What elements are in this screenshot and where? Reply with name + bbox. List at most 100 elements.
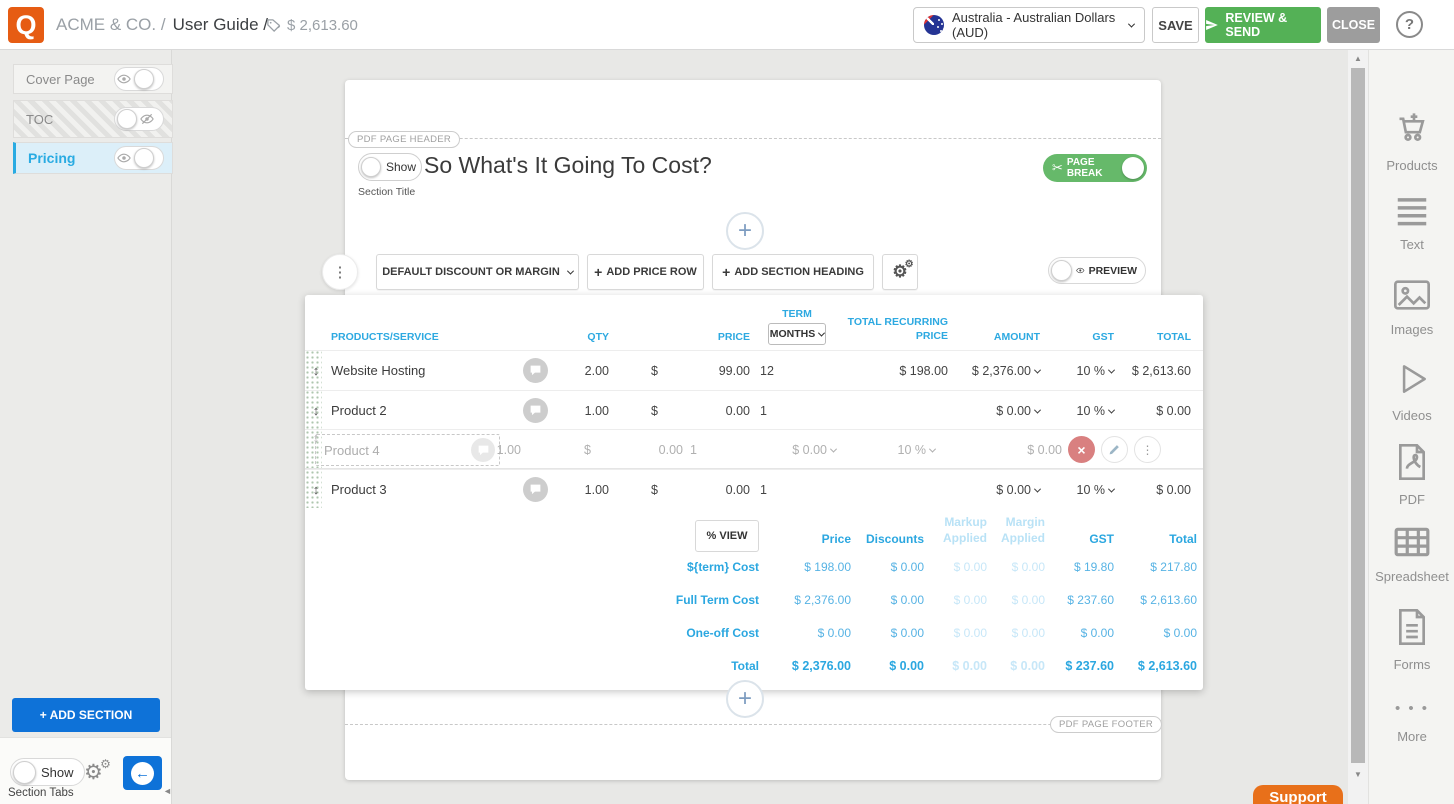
drag-handle-icon[interactable]: ↕ bbox=[309, 363, 323, 378]
section-tabs-toggle[interactable]: Show bbox=[10, 758, 85, 786]
preview-toggle[interactable]: PREVIEW bbox=[1048, 257, 1146, 284]
product-name-cell[interactable]: Product 3 bbox=[323, 482, 523, 497]
drag-handle-icon[interactable]: ↕ bbox=[309, 403, 323, 418]
amount-dropdown[interactable]: $ 2,376.00 bbox=[972, 364, 1040, 378]
visibility-toggle[interactable] bbox=[114, 107, 164, 131]
top-bar: Q ACME & CO. / User Guide / $ 2,613.60 A… bbox=[0, 0, 1454, 50]
price-cell[interactable]: 0.00 bbox=[659, 430, 683, 470]
visibility-toggle[interactable] bbox=[114, 67, 164, 91]
toggle-knob bbox=[361, 157, 381, 177]
summary-col-markup-applied: MarkupApplied bbox=[924, 514, 987, 546]
term-cell[interactable]: 1 bbox=[690, 430, 697, 470]
default-discount-margin-button[interactable]: DEFAULT DISCOUNT OR MARGIN bbox=[376, 254, 579, 290]
summary-row-one-off-cost: One-off Cost $ 0.00 $ 0.00 $ 0.00 $ 0.00… bbox=[619, 616, 1197, 649]
amount-dropdown[interactable]: $ 0.00 bbox=[996, 404, 1040, 418]
scroll-left-icon[interactable]: ◄ bbox=[163, 786, 172, 796]
add-content-below-button[interactable]: + bbox=[726, 680, 764, 718]
palette-item-more[interactable]: • • • More bbox=[1369, 700, 1454, 744]
percent-view-button[interactable]: % VIEW bbox=[695, 520, 759, 552]
qty-cell[interactable]: 1.00 bbox=[553, 404, 609, 418]
palette-item-videos[interactable]: Videos bbox=[1369, 360, 1454, 423]
comment-bubble-icon[interactable] bbox=[471, 438, 495, 462]
product-name-cell[interactable]: Website Hosting bbox=[323, 363, 523, 378]
gst-dropdown[interactable]: 10 % bbox=[1077, 364, 1115, 378]
visibility-toggle[interactable] bbox=[114, 146, 164, 170]
cart-plus-icon bbox=[1392, 108, 1432, 148]
collapse-sidebar-button[interactable]: ← bbox=[123, 756, 162, 790]
page-break-label: PAGE BREAK bbox=[1067, 157, 1118, 179]
summary-col-price: Price bbox=[759, 532, 851, 546]
qty-cell[interactable]: 1.00 bbox=[553, 483, 609, 497]
help-icon[interactable]: ? bbox=[1396, 11, 1423, 38]
page-break-toggle[interactable]: ✂ PAGE BREAK bbox=[1043, 154, 1147, 182]
pdf-page-header-label[interactable]: PDF PAGE HEADER bbox=[348, 131, 460, 148]
term-unit-select[interactable]: MONTHS bbox=[768, 323, 826, 345]
gst-dropdown[interactable]: 10 % bbox=[1077, 483, 1115, 497]
qty-cell[interactable]: 2.00 bbox=[553, 364, 609, 378]
australia-flag-icon bbox=[924, 15, 944, 35]
palette-item-forms[interactable]: Forms bbox=[1369, 607, 1454, 672]
breadcrumb-document[interactable]: User Guide / bbox=[173, 15, 268, 35]
add-price-row-button[interactable]: +ADD PRICE ROW bbox=[587, 254, 704, 290]
gst-dropdown[interactable]: 10 % bbox=[1077, 404, 1115, 418]
support-button[interactable]: Support bbox=[1253, 785, 1343, 804]
term-cell[interactable]: 1 bbox=[750, 404, 800, 418]
price-tag-icon bbox=[266, 18, 281, 33]
close-button[interactable]: CLOSE bbox=[1327, 7, 1380, 43]
amount-dropdown[interactable]: $ 0.00 bbox=[792, 430, 836, 470]
vertical-scrollbar[interactable]: ▲ ▼ bbox=[1348, 50, 1368, 804]
page-title[interactable]: So What's It Going To Cost? bbox=[424, 152, 712, 179]
palette-item-images[interactable]: Images bbox=[1369, 278, 1454, 337]
total-cell: $ 0.00 bbox=[1114, 404, 1191, 418]
currency-cell: $ bbox=[609, 483, 664, 497]
palette-item-spreadsheet[interactable]: Spreadsheet bbox=[1369, 525, 1454, 584]
add-section-button[interactable]: + ADD SECTION bbox=[12, 698, 160, 732]
comment-bubble-icon[interactable] bbox=[523, 398, 548, 423]
price-cell[interactable]: 99.00 bbox=[664, 364, 750, 378]
edit-row-button[interactable] bbox=[1101, 436, 1128, 463]
scroll-down-icon[interactable]: ▼ bbox=[1348, 770, 1368, 779]
row-more-options-button[interactable]: ⋮ bbox=[1134, 436, 1161, 463]
text-lines-icon bbox=[1393, 195, 1431, 227]
sidebar-item-pricing[interactable]: Pricing bbox=[13, 142, 173, 174]
section-title-show-toggle[interactable]: Show bbox=[358, 153, 422, 181]
term-cell[interactable]: 1 bbox=[750, 483, 800, 497]
currency-selector[interactable]: Australia - Australian Dollars (AUD) bbox=[913, 7, 1145, 43]
eye-icon bbox=[117, 72, 131, 86]
pdf-page-footer-label[interactable]: PDF PAGE FOOTER bbox=[1050, 716, 1162, 733]
price-cell[interactable]: 0.00 bbox=[664, 404, 750, 418]
palette-item-text[interactable]: Text bbox=[1369, 195, 1454, 252]
add-section-heading-button[interactable]: +ADD SECTION HEADING bbox=[712, 254, 874, 290]
settings-gears-icon[interactable]: ⚙⚙ bbox=[84, 760, 103, 785]
add-content-above-button[interactable]: + bbox=[726, 212, 764, 250]
comment-bubble-icon[interactable] bbox=[523, 477, 548, 502]
qty-cell[interactable]: 1.00 bbox=[497, 430, 521, 470]
product-name-editbox[interactable]: Product 4 bbox=[315, 434, 500, 466]
breadcrumb-company[interactable]: ACME & CO. / bbox=[56, 15, 166, 35]
save-button[interactable]: SAVE bbox=[1152, 7, 1199, 43]
delete-row-button[interactable]: × bbox=[1068, 436, 1095, 463]
total-cell: $ 0.00 bbox=[1114, 483, 1191, 497]
drag-handle-icon[interactable]: ↕ bbox=[309, 482, 323, 497]
product-name-cell[interactable]: Product 2 bbox=[323, 403, 523, 418]
sidebar-item-toc[interactable]: TOC bbox=[13, 100, 173, 138]
quote-editor-app: Q ACME & CO. / User Guide / $ 2,613.60 A… bbox=[0, 0, 1454, 804]
price-row-product-3: ↕ Product 3 1.00 $ 0.00 1 $ 0.00 10 % $ … bbox=[305, 469, 1203, 509]
scrollbar-thumb[interactable] bbox=[1351, 68, 1365, 763]
row-options-menu-button[interactable]: ⋮ bbox=[322, 254, 358, 290]
sidebar-item-cover-page[interactable]: Cover Page bbox=[13, 64, 173, 94]
sections-sidebar: Cover Page TOC Pricing + ADD SECTION bbox=[0, 50, 172, 804]
pricing-table: PRODUCTS/SERVICE QTY PRICE TERM MONTHS T… bbox=[305, 295, 1203, 690]
table-settings-button[interactable]: ⚙⚙ bbox=[882, 254, 918, 290]
amount-dropdown[interactable]: $ 0.00 bbox=[996, 483, 1040, 497]
price-cell[interactable]: 0.00 bbox=[664, 483, 750, 497]
caret-down-icon bbox=[929, 445, 936, 452]
palette-item-pdf[interactable]: PDF bbox=[1369, 442, 1454, 507]
term-cell[interactable]: 12 bbox=[750, 364, 800, 378]
gst-dropdown[interactable]: 10 % bbox=[898, 430, 936, 470]
app-logo[interactable]: Q bbox=[8, 7, 44, 43]
review-send-button[interactable]: REVIEW & SEND bbox=[1205, 7, 1321, 43]
scroll-up-icon[interactable]: ▲ bbox=[1348, 54, 1368, 63]
comment-bubble-icon[interactable] bbox=[523, 358, 548, 383]
palette-item-products[interactable]: Products bbox=[1369, 108, 1454, 173]
